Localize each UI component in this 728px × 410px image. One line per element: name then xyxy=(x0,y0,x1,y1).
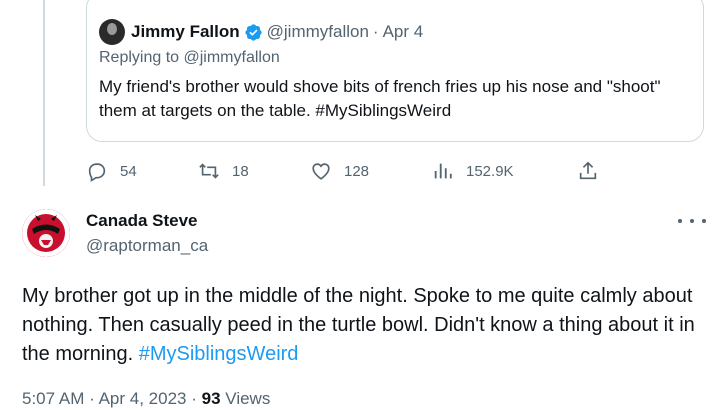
verified-badge-icon xyxy=(245,23,262,41)
hashtag-link[interactable]: #MySiblingsWeird xyxy=(139,343,299,365)
raptors-logo-icon xyxy=(22,209,70,257)
tweet-metadata: 5:07 AM · Apr 4, 2023 · 93 Views xyxy=(22,389,270,409)
like-icon xyxy=(312,163,330,180)
tweet-body: My brother got up in the middle of the n… xyxy=(22,285,695,365)
like-count: 128 xyxy=(344,162,370,180)
more-icon xyxy=(690,219,694,223)
thread-connector-line xyxy=(43,0,45,186)
views-count: 152.9K xyxy=(466,162,514,180)
author-handle[interactable]: @raptorman_ca xyxy=(86,236,208,256)
views-number: 93 xyxy=(201,389,221,408)
quoted-tweet-date[interactable]: Apr 4 xyxy=(383,22,424,42)
quoted-tweet-card[interactable]: Jimmy Fallon @jimmyfallon · Apr 4 Replyi… xyxy=(86,0,704,142)
author-name[interactable]: Canada Steve xyxy=(86,211,198,231)
meta-separator: · xyxy=(191,389,197,408)
more-options-button[interactable] xyxy=(678,214,706,228)
retweet-icon xyxy=(199,163,219,179)
reply-count: 54 xyxy=(120,162,137,180)
quoted-tweet-header: Jimmy Fallon @jimmyfallon · Apr 4 xyxy=(99,19,423,45)
views-label: Views xyxy=(225,389,271,408)
share-button[interactable] xyxy=(577,160,611,182)
tweet-time[interactable]: 5:07 AM xyxy=(22,389,84,408)
views-button[interactable]: 152.9K xyxy=(432,160,514,182)
more-icon xyxy=(702,219,706,223)
tweet-action-bar: 54 18 128 152.9K xyxy=(0,160,728,184)
tweet-date[interactable]: Apr 4, 2023 xyxy=(99,389,187,408)
tweet-text: My brother got up in the middle of the n… xyxy=(22,282,722,369)
replying-to-label[interactable]: Replying to @jimmyfallon xyxy=(99,49,280,67)
retweet-count: 18 xyxy=(232,162,249,180)
quoted-author-name[interactable]: Jimmy Fallon xyxy=(131,22,240,42)
retweet-button[interactable]: 18 xyxy=(198,160,249,182)
meta-separator: · xyxy=(89,389,95,408)
like-button[interactable]: 128 xyxy=(310,160,369,182)
author-avatar[interactable] xyxy=(22,209,70,257)
views-icon xyxy=(434,163,452,179)
share-icon xyxy=(579,161,597,180)
more-icon xyxy=(678,219,682,223)
header-separator: · xyxy=(372,22,379,41)
quoted-tweet-text: My friend's brother would shove bits of … xyxy=(99,77,661,120)
reply-button[interactable]: 54 xyxy=(86,160,137,182)
reply-icon xyxy=(88,163,106,182)
quoted-author-avatar[interactable] xyxy=(99,19,125,45)
quoted-author-handle[interactable]: @jimmyfallon xyxy=(267,22,369,42)
